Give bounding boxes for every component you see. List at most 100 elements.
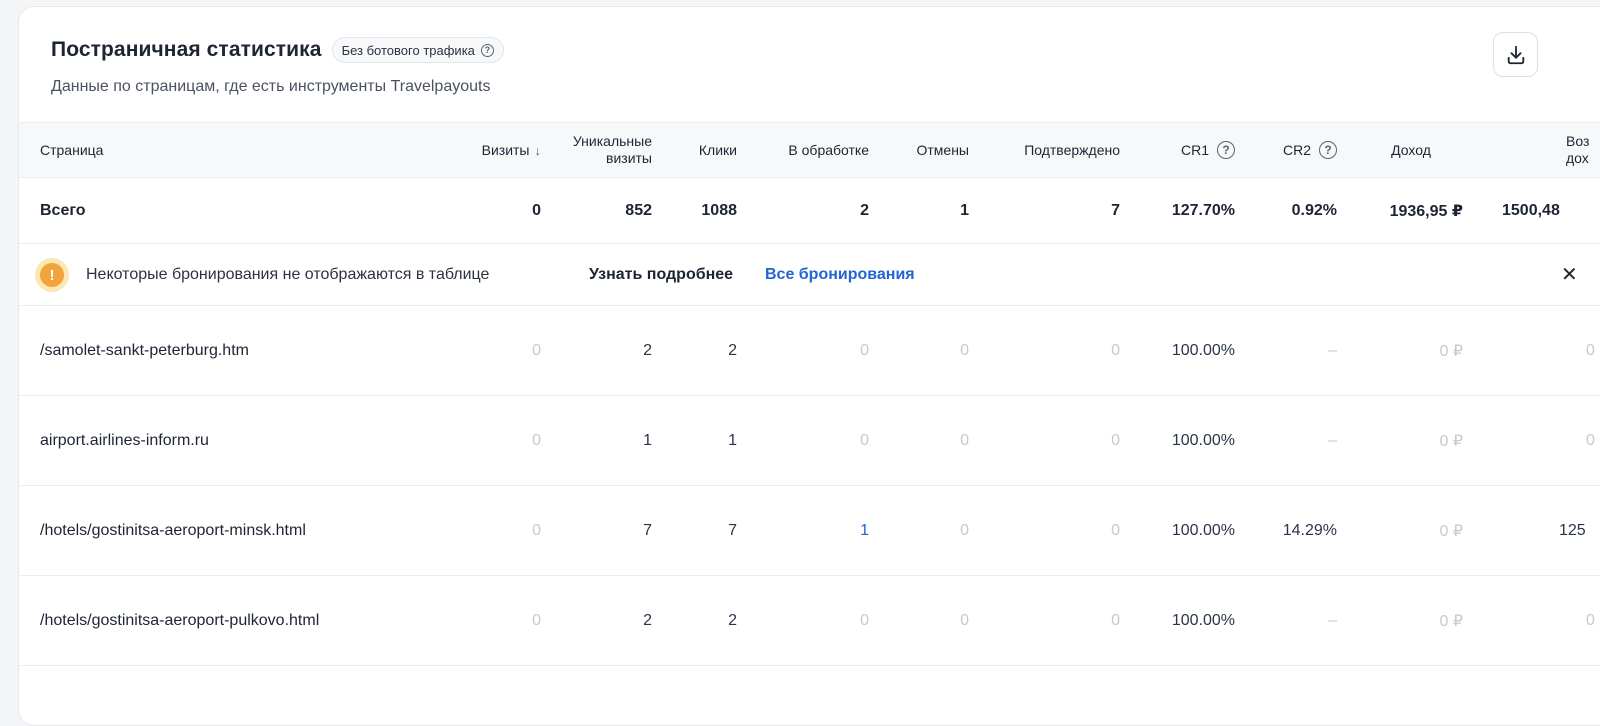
row-visits: 0 [532, 521, 541, 539]
column-header-unique-visits[interactable]: Уникальные визиты [539, 123, 652, 177]
help-icon[interactable]: ? [1319, 141, 1337, 159]
row-processing: 0 [860, 611, 869, 629]
column-header-cr2[interactable]: CR2 ? [1249, 123, 1337, 177]
row-cancelled: 0 [960, 431, 969, 449]
total-label: Всего [40, 201, 86, 219]
column-header-confirmed[interactable]: Подтверждено [979, 123, 1120, 177]
row-cr1: 100.00% [1171, 521, 1235, 539]
row-visits: 0 [532, 431, 541, 449]
row-cancelled: 0 [960, 611, 969, 629]
row-visits: 0 [532, 341, 541, 359]
table-row-partial [19, 665, 1600, 725]
row-page: /samolet-sankt-peterburg.htm [40, 341, 249, 359]
notice-text: Некоторые бронирования не отображаются в… [86, 265, 490, 283]
row-page: /hotels/gostinitsa-aeroport-minsk.html [40, 521, 306, 539]
badge-label: Без ботового трафика [341, 42, 475, 58]
total-cr2: 0.92% [1291, 201, 1337, 219]
table-row: airport.airlines-inform.ru 0 1 1 0 0 0 1… [19, 395, 1600, 485]
table-row: /hotels/gostinitsa-aeroport-minsk.html 0… [19, 485, 1600, 575]
column-label: CR2 [1282, 142, 1311, 158]
row-returned-value: 0 [1586, 341, 1595, 359]
row-cr2: 14.29% [1282, 521, 1337, 539]
row-processing-link[interactable]: 1 [759, 486, 869, 575]
row-unique-visits: 7 [643, 521, 652, 539]
row-confirmed: 0 [1111, 521, 1120, 539]
total-unique-visits: 852 [625, 201, 652, 219]
row-unique-visits: 1 [643, 431, 652, 449]
total-confirmed: 7 [1111, 201, 1120, 219]
row-cr2: – [1328, 431, 1337, 449]
row-returned-income: 0 [1469, 576, 1599, 665]
warning-icon: ! [35, 258, 69, 292]
row-unique-visits: 2 [643, 611, 652, 629]
total-income: 1936,95 ₽ [1389, 202, 1463, 220]
row-page: /hotels/gostinitsa-aeroport-pulkovo.html [40, 611, 320, 629]
row-visits: 0 [532, 611, 541, 629]
title-row: Постраничная статистика Без ботового тра… [51, 37, 1600, 63]
row-processing: 0 [860, 341, 869, 359]
total-clicks: 1088 [701, 201, 737, 219]
total-cr1: 127.70% [1171, 201, 1235, 219]
row-returned-income: 0 [1469, 306, 1599, 395]
row-confirmed: 0 [1111, 341, 1120, 359]
close-icon[interactable]: ✕ [1561, 244, 1578, 305]
total-processing: 2 [860, 201, 869, 219]
row-clicks: 1 [728, 431, 737, 449]
page-subtitle: Данные по страницам, где есть инструмент… [51, 78, 491, 95]
row-cr1: 100.00% [1171, 431, 1235, 449]
row-returned-value: 0 [1586, 611, 1595, 629]
row-processing: 0 [860, 431, 869, 449]
row-returned-value: 125 [1559, 521, 1586, 539]
help-icon[interactable]: ? [480, 43, 494, 57]
row-income: 0 ₽ [1439, 522, 1463, 540]
row-income: 0 ₽ [1439, 432, 1463, 450]
column-label-line1: Воз [1566, 133, 1590, 149]
total-cancelled: 1 [960, 201, 969, 219]
page-stats-card: Постраничная статистика Без ботового тра… [18, 6, 1600, 726]
row-confirmed: 0 [1111, 611, 1120, 629]
column-header-page[interactable]: Страница [40, 123, 460, 177]
column-label: CR1 [1180, 142, 1209, 158]
download-button[interactable] [1493, 32, 1538, 77]
total-returned-value: 1500,48 [1502, 201, 1560, 219]
column-header-clicks[interactable]: Клики [659, 123, 737, 177]
row-clicks: 7 [728, 521, 737, 539]
row-income: 0 ₽ [1439, 612, 1463, 630]
column-header-processing[interactable]: В обработке [759, 123, 869, 177]
total-returned-income: 1500,48 [1469, 178, 1599, 243]
row-page: airport.airlines-inform.ru [40, 431, 209, 449]
column-header-cancelled[interactable]: Отмены [879, 123, 969, 177]
row-confirmed: 0 [1111, 431, 1120, 449]
row-returned-value: 0 [1586, 431, 1595, 449]
table-row: /hotels/gostinitsa-aeroport-pulkovo.html… [19, 575, 1600, 665]
row-cr1: 100.00% [1171, 341, 1235, 359]
page-title: Постраничная статистика [51, 38, 322, 61]
row-income: 0 ₽ [1439, 342, 1463, 360]
table-header: Страница Визиты ↓ Уникальные визиты Клик… [19, 122, 1600, 177]
row-cr2: – [1328, 611, 1337, 629]
download-icon [1507, 45, 1524, 64]
column-label-line2: дох [1566, 150, 1589, 166]
row-unique-visits: 2 [643, 341, 652, 359]
column-label-line2: визиты [606, 150, 652, 166]
row-cr1: 100.00% [1171, 611, 1235, 629]
all-bookings-link[interactable]: Все бронирования [765, 244, 915, 305]
table-row: /samolet-sankt-peterburg.htm 0 2 2 0 0 0… [19, 305, 1600, 395]
row-cancelled: 0 [960, 521, 969, 539]
help-icon[interactable]: ? [1217, 141, 1235, 159]
bot-traffic-badge[interactable]: Без ботового трафика ? [331, 37, 504, 63]
row-clicks: 2 [728, 611, 737, 629]
row-clicks: 2 [728, 341, 737, 359]
learn-more-link[interactable]: Узнать подробнее [589, 244, 733, 305]
total-visits: 0 [532, 201, 541, 219]
notice-banner: ! Некоторые бронирования не отображаются… [19, 243, 1600, 305]
column-label-line1: Уникальные [572, 133, 652, 149]
row-cancelled: 0 [960, 341, 969, 359]
card-header: Постраничная статистика Без ботового тра… [19, 7, 1600, 122]
column-header-returned-income[interactable]: Воз дох [1469, 123, 1599, 177]
column-header-income[interactable]: Доход [1359, 123, 1463, 177]
column-header-cr1[interactable]: CR1 ? [1129, 123, 1235, 177]
row-cr2: – [1328, 341, 1337, 359]
column-header-visits[interactable]: Визиты ↓ [439, 123, 541, 177]
column-label: Визиты [481, 142, 530, 158]
